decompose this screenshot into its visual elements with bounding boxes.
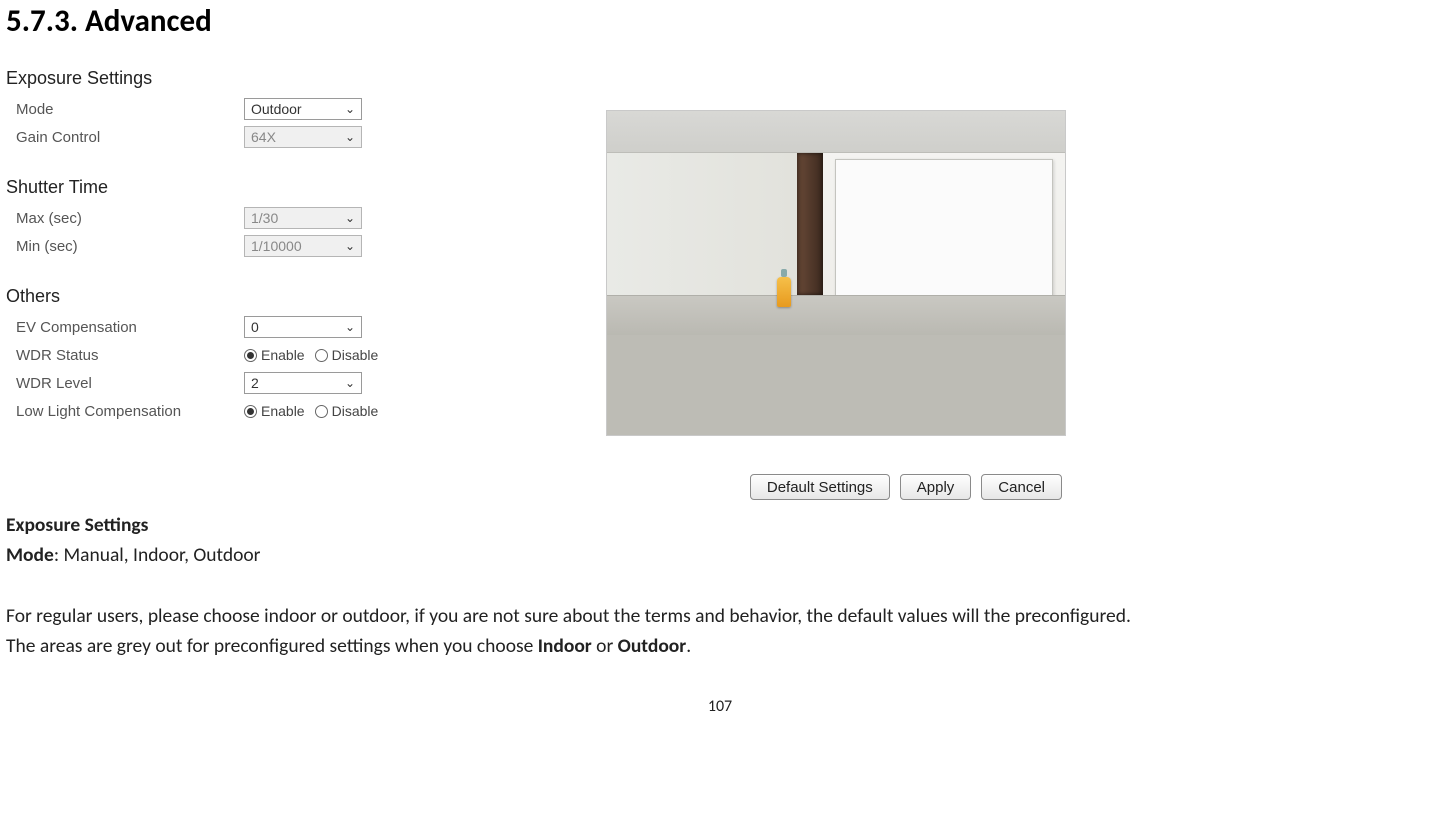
chevron-down-icon: ⌄	[345, 211, 355, 225]
ev-compensation-select[interactable]: 0 ⌄	[244, 316, 362, 338]
chevron-down-icon: ⌄	[345, 130, 355, 144]
paragraph-1: For regular users, please choose indoor …	[6, 601, 1434, 631]
mode-values-text: : Manual, Indoor, Outdoor	[54, 543, 261, 567]
chevron-down-icon: ⌄	[345, 320, 355, 334]
radio-label: Enable	[261, 347, 305, 363]
radio-label: Disable	[332, 403, 379, 419]
gain-control-select: 64X ⌄	[244, 126, 362, 148]
mode-select[interactable]: Outdoor ⌄	[244, 98, 362, 120]
wdr-status-label: WDR Status	[16, 347, 244, 364]
settings-panel: Exposure Settings Mode Outdoor ⌄ Gain Co…	[6, 62, 476, 425]
llc-enable-radio[interactable]: Enable	[244, 403, 305, 419]
llc-disable-radio[interactable]: Disable	[315, 403, 379, 419]
wdr-status-disable-radio[interactable]: Disable	[315, 347, 379, 363]
others-title: Others	[6, 286, 476, 307]
shutter-max-value: 1/30	[251, 210, 278, 226]
chevron-down-icon: ⌄	[345, 376, 355, 390]
chevron-down-icon: ⌄	[345, 102, 355, 116]
chevron-down-icon: ⌄	[345, 239, 355, 253]
radio-label: Disable	[332, 347, 379, 363]
wdr-level-label: WDR Level	[16, 375, 244, 392]
gain-control-label: Gain Control	[16, 129, 244, 146]
page-number: 107	[6, 697, 1434, 716]
wdr-status-enable-radio[interactable]: Enable	[244, 347, 305, 363]
shutter-min-label: Min (sec)	[16, 238, 244, 255]
default-settings-button[interactable]: Default Settings	[750, 474, 890, 500]
mode-label: Mode	[16, 101, 244, 118]
shutter-time-title: Shutter Time	[6, 177, 476, 198]
radio-label: Enable	[261, 403, 305, 419]
mode-select-value: Outdoor	[251, 101, 302, 117]
cancel-button[interactable]: Cancel	[981, 474, 1062, 500]
wdr-level-value: 2	[251, 375, 259, 391]
paragraph-2: The areas are grey out for preconfigured…	[6, 631, 1434, 661]
wdr-level-select[interactable]: 2 ⌄	[244, 372, 362, 394]
camera-preview-image	[606, 110, 1066, 436]
shutter-min-select: 1/10000 ⌄	[244, 235, 362, 257]
exposure-settings-heading: Exposure Settings	[6, 513, 148, 537]
ev-compensation-label: EV Compensation	[16, 319, 244, 336]
shutter-max-select: 1/30 ⌄	[244, 207, 362, 229]
exposure-settings-title: Exposure Settings	[6, 68, 476, 89]
gain-control-value: 64X	[251, 129, 276, 145]
shutter-max-label: Max (sec)	[16, 210, 244, 227]
shutter-min-value: 1/10000	[251, 238, 302, 254]
apply-button[interactable]: Apply	[900, 474, 972, 500]
ev-compensation-value: 0	[251, 319, 259, 335]
section-title: 5.7.3. Advanced	[6, 2, 1434, 40]
low-light-compensation-label: Low Light Compensation	[16, 403, 244, 420]
mode-heading: Mode	[6, 543, 54, 567]
